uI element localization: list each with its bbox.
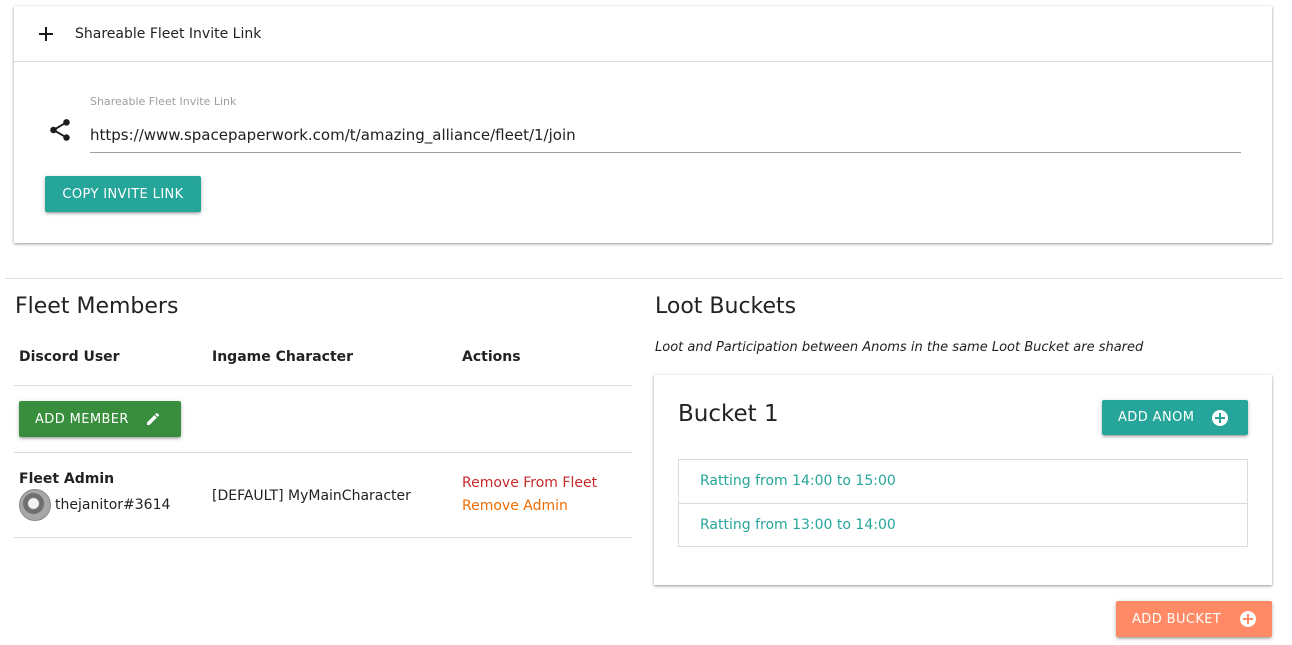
plus-icon[interactable] bbox=[38, 26, 54, 42]
avatar bbox=[19, 489, 51, 521]
add-member-button[interactable]: ADD MEMBER bbox=[19, 401, 181, 437]
invite-header-title: Shareable Fleet Invite Link bbox=[75, 25, 262, 42]
loot-buckets-title: Loot Buckets bbox=[655, 294, 797, 319]
member-role: Fleet Admin bbox=[19, 471, 115, 487]
table-row-divider bbox=[14, 452, 632, 453]
member-ingame-character: [DEFAULT] MyMainCharacter bbox=[212, 488, 411, 504]
anom-list: Ratting from 14:00 to 15:00 Ratting from… bbox=[678, 459, 1248, 547]
add-anom-button[interactable]: ADD ANOM bbox=[1102, 400, 1248, 435]
invite-collapsible-header[interactable]: Shareable Fleet Invite Link bbox=[14, 6, 1272, 62]
remove-from-fleet-link[interactable]: Remove From Fleet bbox=[462, 475, 597, 491]
section-divider bbox=[5, 278, 1283, 279]
add-anom-label: ADD ANOM bbox=[1118, 410, 1195, 425]
add-member-label: ADD MEMBER bbox=[35, 411, 129, 427]
table-row-divider bbox=[14, 537, 632, 538]
add-bucket-button[interactable]: ADD BUCKET bbox=[1116, 601, 1272, 637]
add-circle-icon bbox=[1212, 409, 1229, 426]
bucket-card: Bucket 1 ADD ANOM Ratting from 14:00 to … bbox=[654, 375, 1272, 585]
anom-item[interactable]: Ratting from 14:00 to 15:00 bbox=[679, 460, 1247, 503]
column-header-discord-user: Discord User bbox=[19, 349, 120, 365]
member-discord-user: thejanitor#3614 bbox=[55, 497, 171, 513]
share-icon bbox=[50, 119, 70, 141]
add-circle-icon bbox=[1240, 611, 1257, 627]
column-header-ingame-character: Ingame Character bbox=[212, 349, 354, 365]
table-row-divider bbox=[14, 385, 632, 386]
anom-item[interactable]: Ratting from 13:00 to 14:00 bbox=[679, 503, 1247, 546]
invite-link-input[interactable] bbox=[90, 117, 1241, 153]
copy-invite-link-button[interactable]: COPY INVITE LINK bbox=[45, 176, 201, 212]
loot-buckets-subtitle: Loot and Participation between Anoms in … bbox=[655, 340, 1144, 355]
column-header-actions: Actions bbox=[462, 349, 521, 365]
pencil-icon bbox=[146, 412, 159, 425]
add-bucket-label: ADD BUCKET bbox=[1132, 611, 1222, 627]
remove-admin-link[interactable]: Remove Admin bbox=[462, 498, 568, 514]
bucket-name: Bucket 1 bbox=[678, 401, 779, 427]
invite-link-field-label: Shareable Fleet Invite Link bbox=[90, 95, 237, 108]
fleet-members-title: Fleet Members bbox=[15, 294, 179, 319]
invite-link-card: Shareable Fleet Invite Link Shareable Fl… bbox=[14, 6, 1272, 243]
